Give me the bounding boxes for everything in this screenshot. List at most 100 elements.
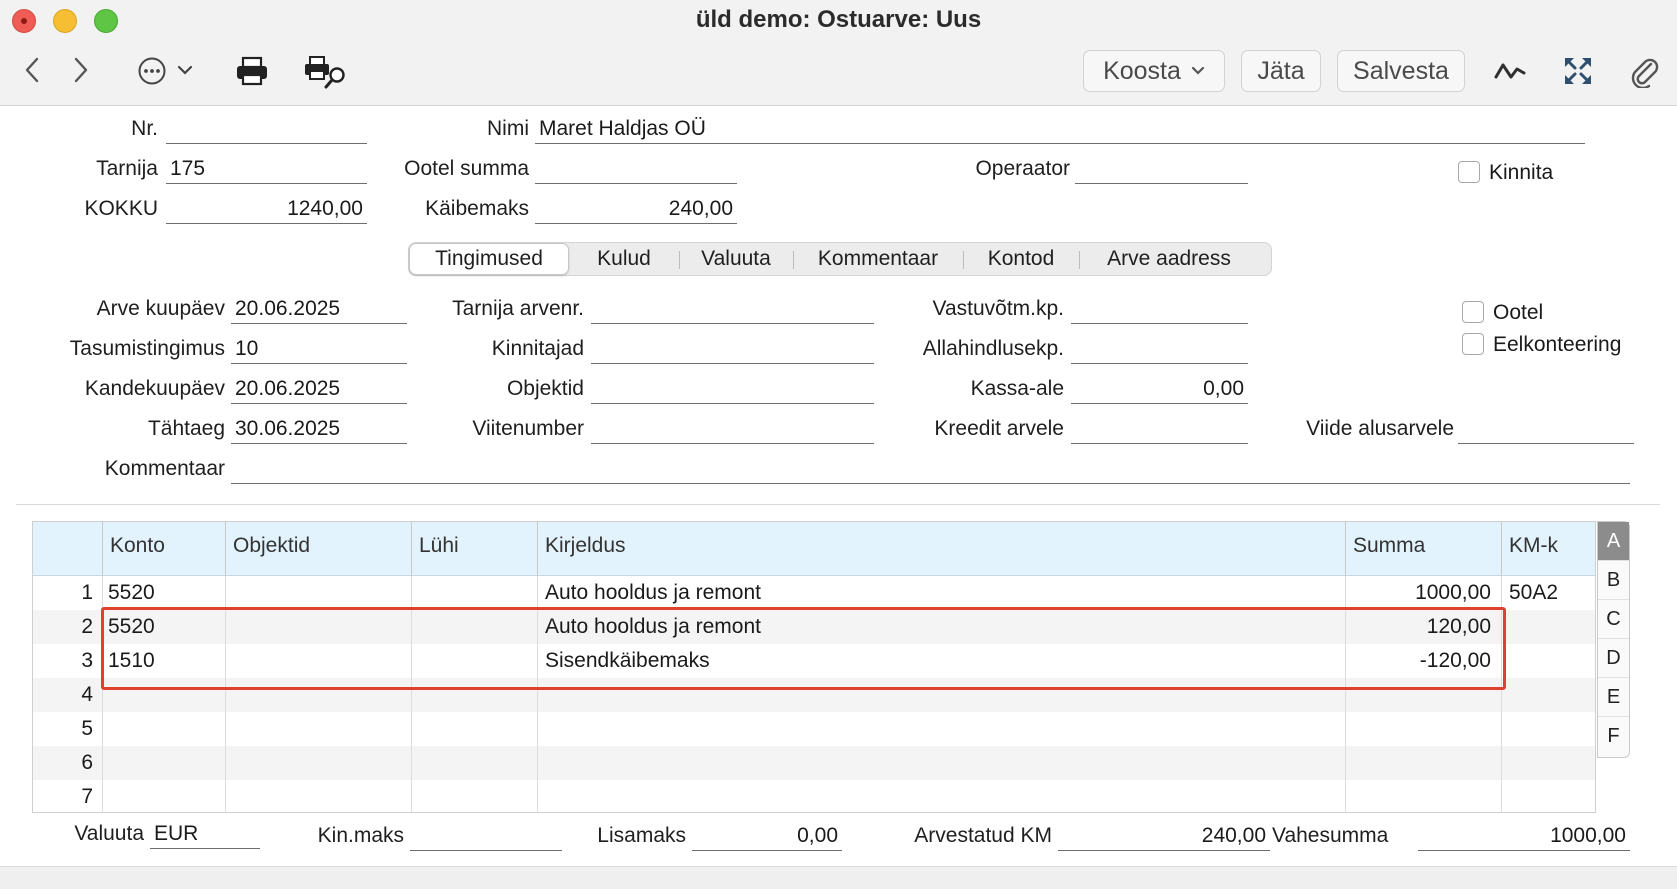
vastuvotm-kp-field[interactable] — [1071, 294, 1248, 324]
konto-cell[interactable] — [108, 678, 223, 712]
nimi-field[interactable]: Maret Haldjas OÜ — [535, 114, 1585, 144]
print-icon[interactable] — [234, 54, 270, 88]
arve-kuupaev-field[interactable]: 20.06.2025 — [231, 294, 407, 324]
activity-icon[interactable] — [1492, 54, 1528, 88]
side-tab-b[interactable]: B — [1598, 561, 1629, 600]
kandekuupaev-field[interactable]: 20.06.2025 — [231, 374, 407, 404]
kirjeldus-cell[interactable] — [545, 678, 1339, 712]
km-k-cell[interactable]: 50A2 — [1509, 576, 1595, 610]
nr-field[interactable] — [166, 114, 367, 144]
table-row[interactable]: 4 — [33, 678, 1595, 712]
side-tab-c[interactable]: C — [1598, 600, 1629, 639]
valuuta-field[interactable]: EUR — [150, 819, 260, 849]
kokku-field[interactable]: 1240,00 — [166, 194, 367, 224]
tahtaeg-field[interactable]: 30.06.2025 — [231, 414, 407, 444]
column-header-objektid[interactable]: Objektid — [225, 522, 411, 576]
side-tab-e[interactable]: E — [1598, 678, 1629, 717]
objektid-cell[interactable] — [231, 780, 407, 814]
viitenumber-field[interactable] — [591, 414, 874, 444]
luhi-cell[interactable] — [417, 712, 533, 746]
km-k-cell[interactable] — [1509, 644, 1595, 678]
table-row[interactable]: 7 — [33, 780, 1595, 814]
luhi-cell[interactable] — [417, 678, 533, 712]
summa-cell[interactable]: 120,00 — [1349, 610, 1491, 644]
kinnitajad-field[interactable] — [591, 334, 874, 364]
objektid-cell[interactable] — [231, 712, 407, 746]
km-k-cell[interactable] — [1509, 780, 1595, 814]
table-row[interactable]: 3 1510 Sisendkäibemaks -120,00 — [33, 644, 1595, 678]
jata-button[interactable]: Jäta — [1241, 50, 1321, 92]
konto-cell[interactable]: 5520 — [108, 576, 223, 610]
kinnita-checkbox[interactable] — [1458, 161, 1480, 183]
table-row[interactable]: 5 — [33, 712, 1595, 746]
tarnija-field[interactable]: 175 — [166, 154, 367, 184]
allahindlusekp-field[interactable] — [1071, 334, 1248, 364]
side-tab-f[interactable]: F — [1598, 717, 1629, 756]
summa-cell[interactable] — [1349, 678, 1491, 712]
table-row[interactable]: 6 — [33, 746, 1595, 780]
fullscreen-icon[interactable] — [1560, 54, 1596, 88]
konto-cell[interactable] — [108, 712, 223, 746]
kirjeldus-cell[interactable]: Auto hooldus ja remont — [545, 576, 1339, 610]
konto-cell[interactable] — [108, 746, 223, 780]
side-tab-a[interactable]: A — [1598, 522, 1629, 561]
more-actions-icon[interactable] — [136, 54, 198, 88]
tab-kommentaar[interactable]: Kommentaar — [793, 243, 963, 275]
tab-valuuta[interactable]: Valuuta — [679, 243, 793, 275]
summa-cell[interactable]: 1000,00 — [1349, 576, 1491, 610]
ootel-checkbox[interactable] — [1462, 301, 1484, 323]
ootel-summa-field[interactable] — [535, 154, 737, 184]
kaibemaks-field[interactable]: 240,00 — [535, 194, 737, 224]
objektid-cell[interactable] — [231, 644, 407, 678]
konto-cell[interactable]: 1510 — [108, 644, 223, 678]
eelkonteering-checkbox[interactable] — [1462, 333, 1484, 355]
objektid-field[interactable] — [591, 374, 874, 404]
tarnija-arvenr-field[interactable] — [591, 294, 874, 324]
kin-maks-field[interactable] — [410, 821, 562, 851]
column-header-konto[interactable]: Konto — [102, 522, 225, 576]
tasumistingimus-field[interactable]: 10 — [231, 334, 407, 364]
kirjeldus-cell[interactable] — [545, 712, 1339, 746]
kirjeldus-cell[interactable]: Auto hooldus ja remont — [545, 610, 1339, 644]
objektid-cell[interactable] — [231, 678, 407, 712]
summa-cell[interactable] — [1349, 712, 1491, 746]
objektid-cell[interactable] — [231, 610, 407, 644]
salvesta-button[interactable]: Salvesta — [1337, 50, 1465, 92]
tab-kontod[interactable]: Kontod — [963, 243, 1079, 275]
luhi-cell[interactable] — [417, 576, 533, 610]
konto-cell[interactable] — [108, 780, 223, 814]
km-k-cell[interactable] — [1509, 712, 1595, 746]
print-preview-icon[interactable] — [304, 54, 350, 90]
tab-arve-aadress[interactable]: Arve aadress — [1079, 243, 1259, 275]
luhi-cell[interactable] — [417, 746, 533, 780]
side-tab-d[interactable]: D — [1598, 639, 1629, 678]
column-header-km-k[interactable]: KM-k — [1501, 522, 1596, 576]
operaator-field[interactable] — [1075, 154, 1248, 184]
luhi-cell[interactable] — [417, 610, 533, 644]
kirjeldus-cell[interactable] — [545, 746, 1339, 780]
back-icon[interactable] — [18, 52, 46, 88]
arvestatud-km-field[interactable]: 240,00 — [1058, 821, 1270, 851]
summa-cell[interactable]: -120,00 — [1349, 644, 1491, 678]
viide-alusarvele-field[interactable] — [1458, 414, 1634, 444]
summa-cell[interactable] — [1349, 780, 1491, 814]
column-header-kirjeldus[interactable]: Kirjeldus — [537, 522, 1345, 576]
objektid-cell[interactable] — [231, 576, 407, 610]
table-row[interactable]: 1 5520 Auto hooldus ja remont 1000,00 50A2 — [33, 576, 1595, 610]
tab-tingimused[interactable]: Tingimused — [409, 243, 569, 275]
konto-cell[interactable]: 5520 — [108, 610, 223, 644]
kommentaar-field[interactable] — [231, 454, 1630, 484]
column-header-summa[interactable]: Summa — [1345, 522, 1501, 576]
koosta-dropdown-button[interactable]: Koosta — [1083, 50, 1225, 92]
kirjeldus-cell[interactable] — [545, 780, 1339, 814]
objektid-cell[interactable] — [231, 746, 407, 780]
column-header-luhi[interactable]: Lühi — [411, 522, 537, 576]
luhi-cell[interactable] — [417, 780, 533, 814]
forward-icon[interactable] — [67, 52, 95, 88]
summa-cell[interactable] — [1349, 746, 1491, 780]
table-row[interactable]: 2 5520 Auto hooldus ja remont 120,00 — [33, 610, 1595, 644]
km-k-cell[interactable] — [1509, 610, 1595, 644]
km-k-cell[interactable] — [1509, 678, 1595, 712]
kassa-ale-field[interactable]: 0,00 — [1071, 374, 1248, 404]
attachment-icon[interactable] — [1626, 52, 1662, 90]
